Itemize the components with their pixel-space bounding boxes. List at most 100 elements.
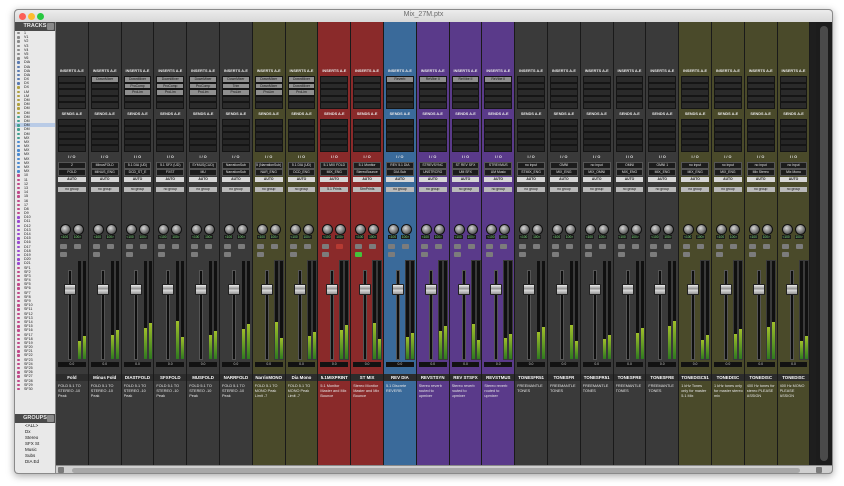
- track-name[interactable]: DIASTFOLD: [121, 374, 154, 381]
- group-selector[interactable]: no group: [517, 187, 545, 192]
- volume-fader[interactable]: [260, 284, 273, 295]
- automation-mode[interactable]: AUTO: [648, 177, 677, 182]
- solo-button[interactable]: [191, 244, 199, 249]
- input-selector[interactable]: no input: [517, 162, 545, 169]
- mute-button[interactable]: [270, 244, 278, 249]
- insert-slot[interactable]: [58, 102, 86, 109]
- group-selector[interactable]: no group: [58, 187, 86, 192]
- pan-knob-right[interactable]: [302, 224, 314, 235]
- pan-knob-left[interactable]: [289, 224, 301, 235]
- input-monitor-button[interactable]: [519, 252, 527, 257]
- send-slot[interactable]: [451, 145, 480, 152]
- pan-knob-left[interactable]: [125, 224, 137, 235]
- insert-slot[interactable]: [222, 102, 250, 109]
- volume-fader[interactable]: [654, 284, 667, 295]
- input-selector[interactable]: no input: [681, 162, 709, 169]
- volume-fader[interactable]: [588, 284, 601, 295]
- send-slot[interactable]: [484, 145, 513, 152]
- output-selector[interactable]: UM Music: [484, 169, 513, 176]
- input-selector[interactable]: NarrationSub: [222, 162, 250, 169]
- output-selector[interactable]: MIX_ENG: [320, 169, 349, 176]
- output-selector[interactable]: Mix Mono: [779, 169, 808, 176]
- input-monitor-button[interactable]: [420, 252, 428, 257]
- pan-knob-right[interactable]: [73, 224, 84, 235]
- solo-button[interactable]: [781, 244, 789, 249]
- input-selector[interactable]: ST REV SFX: [451, 162, 480, 169]
- output-selector[interactable]: DCD_ENG: [287, 169, 316, 176]
- output-selector[interactable]: NAR_ENG: [254, 169, 283, 176]
- input-selector[interactable]: 5 (NarrationSub): [254, 162, 283, 169]
- track-comment[interactable]: FOLD 5.1 TO STEREO -10 Peak: [91, 384, 120, 414]
- mute-button[interactable]: [139, 244, 147, 249]
- mute-button[interactable]: [467, 244, 475, 249]
- solo-button[interactable]: [716, 244, 723, 249]
- track-comment[interactable]: FREEMANTLE TONES: [583, 384, 612, 414]
- group-selector[interactable]: no group: [582, 187, 611, 192]
- insert-slot[interactable]: [320, 102, 349, 109]
- group-selector[interactable]: no group: [779, 187, 808, 192]
- input-selector[interactable]: OMNI 1: [648, 162, 677, 169]
- send-slot[interactable]: [189, 145, 217, 152]
- group-selector[interactable]: no group: [156, 187, 185, 192]
- group-selector[interactable]: no group: [222, 187, 250, 192]
- pan-knob-left[interactable]: [552, 224, 563, 235]
- volume-fader[interactable]: [424, 284, 437, 295]
- pan-knob-left[interactable]: [683, 224, 695, 235]
- input-monitor-button[interactable]: [60, 252, 67, 257]
- track-name[interactable]: MUSFOLD: [187, 374, 219, 381]
- mute-button[interactable]: [336, 244, 344, 249]
- output-selector[interactable]: MIX_ENG: [714, 169, 742, 176]
- volume-fader[interactable]: [195, 284, 208, 295]
- track-comment[interactable]: 5.1 Monitor Master and Mix Bounce: [320, 384, 349, 414]
- automation-mode[interactable]: AUTO: [58, 177, 86, 182]
- group-selector[interactable]: no group: [484, 187, 513, 192]
- group-list-item[interactable]: DIA Ed: [15, 459, 55, 465]
- pan-knob-right[interactable]: [335, 224, 347, 235]
- input-monitor-button[interactable]: [158, 252, 166, 257]
- mute-button[interactable]: [730, 244, 737, 249]
- track-name[interactable]: TONESFRE: [646, 374, 679, 381]
- input-selector[interactable]: STREVMUS: [484, 162, 513, 169]
- solo-button[interactable]: [748, 244, 756, 249]
- pan-knob-right[interactable]: [499, 224, 511, 235]
- solo-button[interactable]: [92, 244, 100, 249]
- input-monitor-button[interactable]: [486, 252, 494, 257]
- output-selector[interactable]: DIA Sub: [386, 169, 414, 176]
- automation-mode[interactable]: AUTO: [189, 177, 217, 182]
- track-comment[interactable]: FOLD 5.1 TO STEREO -10 Peak: [189, 384, 218, 414]
- send-slot[interactable]: [386, 145, 414, 152]
- track-name[interactable]: TONESFR: [548, 374, 580, 381]
- volume-fader[interactable]: [129, 284, 142, 295]
- automation-mode[interactable]: AUTO: [90, 177, 119, 182]
- input-monitor-button[interactable]: [322, 252, 330, 257]
- solo-button[interactable]: [125, 244, 133, 249]
- solo-button[interactable]: [420, 244, 428, 249]
- output-selector[interactable]: UNSTRCRG: [418, 169, 447, 176]
- insert-slot[interactable]: [582, 102, 611, 109]
- send-slot[interactable]: [517, 145, 545, 152]
- mute-button[interactable]: [697, 244, 705, 249]
- track-name[interactable]: TONESFRE: [613, 374, 646, 381]
- track-name[interactable]: REVSTSYN: [416, 374, 449, 381]
- insert-slot[interactable]: [779, 102, 808, 109]
- input-selector[interactable]: 5.1 DIA (UD): [123, 162, 152, 169]
- automation-mode[interactable]: AUTO: [451, 177, 480, 182]
- mute-button[interactable]: [762, 244, 770, 249]
- track-comment[interactable]: FOLD 5.1 TO STEREO -10 Peak: [124, 384, 153, 414]
- pan-knob-right[interactable]: [630, 224, 642, 235]
- send-slot[interactable]: [648, 145, 677, 152]
- track-comment[interactable]: 400 Hz MONO PLEASE ASSIGN: [780, 384, 809, 414]
- automation-mode[interactable]: AUTO: [779, 177, 808, 182]
- input-monitor-button[interactable]: [650, 252, 658, 257]
- input-selector[interactable]: OMNI: [550, 162, 578, 169]
- volume-fader[interactable]: [228, 284, 240, 295]
- pan-knob-right[interactable]: [138, 224, 150, 235]
- automation-mode[interactable]: AUTO: [615, 177, 644, 182]
- output-selector[interactable]: MIX_ENG: [550, 169, 578, 176]
- mute-button[interactable]: [664, 244, 672, 249]
- tracks-header[interactable]: TRACKS: [15, 22, 55, 31]
- send-slot[interactable]: [714, 145, 742, 152]
- volume-fader[interactable]: [457, 284, 470, 295]
- solo-button[interactable]: [453, 244, 461, 249]
- track-name[interactable]: TONEDISC51: [679, 374, 711, 381]
